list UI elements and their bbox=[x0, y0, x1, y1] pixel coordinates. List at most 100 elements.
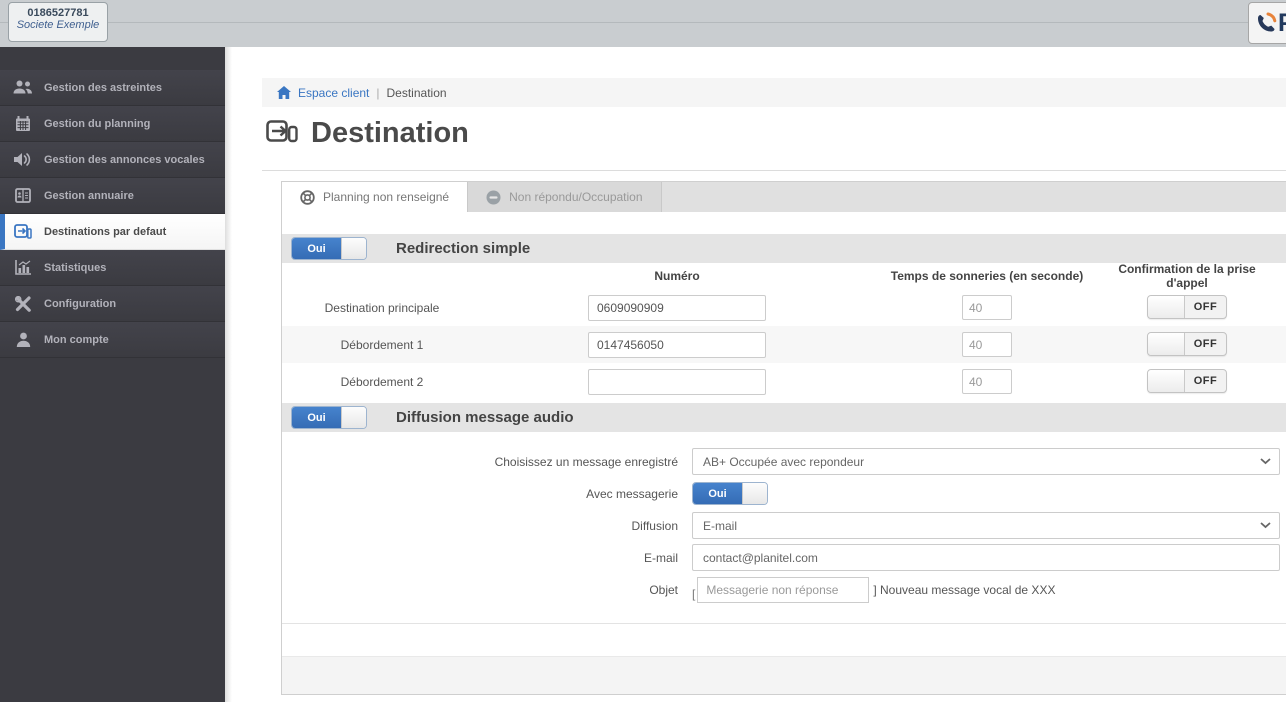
table-row: Débordement 1 OFF bbox=[282, 326, 1286, 363]
tab-label: Non répondu/Occupation bbox=[509, 190, 642, 204]
toggle-knob bbox=[742, 483, 767, 504]
tab-planning-non-renseigne[interactable]: Planning non renseigné bbox=[282, 182, 468, 212]
users-icon bbox=[13, 80, 33, 95]
destination-title-icon bbox=[266, 120, 298, 147]
breadcrumb-link-espace-client[interactable]: Espace client bbox=[298, 86, 369, 100]
breadcrumb: Espace client | Destination bbox=[262, 78, 1286, 107]
sidebar-item-label: Mon compte bbox=[44, 334, 109, 346]
sidebar-item-gestion-des-astreintes[interactable]: Gestion des astreintes bbox=[0, 70, 225, 106]
form-row-message: Choisissez un message enregistré AB+ Occ… bbox=[282, 448, 1286, 475]
email-input[interactable] bbox=[692, 544, 1280, 571]
col-header-confirmation: Confirmation de la prise d'appel bbox=[1102, 262, 1272, 290]
home-icon[interactable] bbox=[277, 86, 291, 99]
form-row-diffusion: Diffusion E-mail bbox=[282, 512, 1286, 539]
diffusion-enabled-toggle[interactable]: Oui bbox=[291, 406, 367, 429]
table-row: Débordement 2 OFF bbox=[282, 363, 1286, 400]
objet-suffix: ] Nouveau message vocal de XXX bbox=[873, 583, 1055, 597]
temps-sonnerie-input[interactable] bbox=[962, 295, 1012, 320]
user-icon bbox=[13, 332, 33, 347]
sidebar-item-gestion-des-annonces-vocales[interactable]: Gestion des annonces vocales bbox=[0, 142, 225, 178]
toggle-knob bbox=[341, 407, 366, 428]
phone-logo-icon bbox=[1255, 10, 1277, 36]
top-header-bar bbox=[0, 0, 1286, 47]
diffusion-form: Choisissez un message enregistré AB+ Occ… bbox=[282, 432, 1286, 608]
section-title: Diffusion message audio bbox=[396, 409, 574, 426]
numero-input[interactable] bbox=[588, 332, 766, 358]
sidebar-item-label: Gestion annuaire bbox=[44, 190, 134, 202]
form-row-email: E-mail bbox=[282, 544, 1286, 571]
objet-label: Objet bbox=[282, 583, 678, 597]
sidebar-item-statistiques[interactable]: Statistiques bbox=[0, 250, 225, 286]
account-selector[interactable]: 0186527781 Societe Exemple bbox=[8, 2, 108, 42]
breadcrumb-current: Destination bbox=[387, 86, 447, 100]
temps-sonnerie-input[interactable] bbox=[962, 332, 1012, 357]
tools-icon bbox=[13, 296, 33, 312]
life-ring-icon bbox=[300, 190, 315, 205]
tab-non-repondu-occupation[interactable]: Non répondu/Occupation bbox=[468, 182, 661, 212]
speaker-icon bbox=[13, 152, 33, 167]
sidebar-nav: Gestion des astreintes Gestion du planni… bbox=[0, 70, 225, 358]
destination-icon bbox=[13, 224, 33, 240]
confirmation-toggle[interactable]: OFF bbox=[1147, 332, 1227, 356]
title-divider bbox=[262, 170, 1286, 171]
sidebar-item-label: Configuration bbox=[44, 298, 116, 310]
row-label: Débordement 2 bbox=[282, 375, 482, 389]
account-number: 0186527781 bbox=[9, 7, 107, 19]
email-label: E-mail bbox=[282, 551, 678, 565]
panel-spacer bbox=[282, 624, 1286, 656]
main-content: Espace client | Destination Destination … bbox=[225, 47, 1286, 702]
numero-input[interactable] bbox=[588, 295, 766, 321]
address-book-icon bbox=[13, 188, 33, 203]
sidebar-item-label: Gestion des astreintes bbox=[44, 82, 162, 94]
row-label: Destination principale bbox=[282, 301, 482, 315]
objet-prefix: [ bbox=[692, 587, 695, 603]
diffusion-label: Diffusion bbox=[282, 519, 678, 533]
redirection-table-header: Numéro Temps de sonneries (en seconde) C… bbox=[282, 263, 1286, 289]
toggle-off-label: OFF bbox=[1185, 333, 1226, 355]
sidebar-item-label: Gestion des annonces vocales bbox=[44, 154, 205, 166]
calendar-icon bbox=[13, 116, 33, 132]
sidebar: Gestion des astreintes Gestion du planni… bbox=[0, 47, 225, 702]
breadcrumb-separator: | bbox=[376, 86, 379, 100]
section-title: Redirection simple bbox=[396, 240, 530, 257]
page-title: Destination bbox=[266, 117, 469, 150]
confirmation-toggle[interactable]: OFF bbox=[1147, 295, 1227, 319]
sidebar-item-gestion-annuaire[interactable]: Gestion annuaire bbox=[0, 178, 225, 214]
col-header-numero: Numéro bbox=[482, 269, 872, 283]
section-diffusion-message-audio: Oui Diffusion message audio bbox=[282, 403, 1286, 432]
sidebar-item-mon-compte[interactable]: Mon compte bbox=[0, 322, 225, 358]
toggle-off-label: OFF bbox=[1185, 296, 1226, 318]
numero-input[interactable] bbox=[588, 369, 766, 395]
account-name: Societe Exemple bbox=[9, 19, 107, 31]
sidebar-item-destinations-par-defaut[interactable]: Destinations par defaut bbox=[0, 214, 225, 250]
form-row-messagerie: Avec messagerie Oui bbox=[282, 480, 1286, 507]
tab-label: Planning non renseigné bbox=[323, 190, 449, 204]
diffusion-select[interactable]: E-mail bbox=[692, 512, 1280, 539]
brand-letter: P bbox=[1278, 11, 1286, 36]
toggle-on-label: Oui bbox=[292, 238, 341, 259]
message-select[interactable]: AB+ Occupée avec repondeur bbox=[692, 448, 1280, 475]
page-title-text: Destination bbox=[311, 117, 469, 150]
objet-input[interactable] bbox=[697, 577, 869, 603]
form-row-objet: Objet [ ] Nouveau message vocal de XXX bbox=[282, 576, 1286, 603]
row-label: Débordement 1 bbox=[282, 338, 482, 352]
panel-footer bbox=[282, 656, 1286, 694]
messagerie-toggle[interactable]: Oui bbox=[692, 482, 768, 505]
sidebar-item-label: Destinations par defaut bbox=[44, 226, 166, 238]
redirection-enabled-toggle[interactable]: Oui bbox=[291, 237, 367, 260]
sidebar-item-gestion-du-planning[interactable]: Gestion du planning bbox=[0, 106, 225, 142]
confirmation-toggle[interactable]: OFF bbox=[1147, 369, 1227, 393]
tab-bar: Planning non renseigné Non répondu/Occup… bbox=[282, 182, 1286, 212]
toggle-knob bbox=[1148, 296, 1185, 318]
sidebar-item-configuration[interactable]: Configuration bbox=[0, 286, 225, 322]
toggle-knob bbox=[1148, 333, 1185, 355]
brand-logo[interactable]: P bbox=[1248, 2, 1286, 44]
toggle-on-label: Oui bbox=[292, 407, 341, 428]
destination-panel: Planning non renseigné Non répondu/Occup… bbox=[281, 181, 1286, 695]
sidebar-item-label: Statistiques bbox=[44, 262, 106, 274]
sidebar-item-label: Gestion du planning bbox=[44, 118, 150, 130]
messagerie-label: Avec messagerie bbox=[282, 487, 678, 501]
toggle-knob bbox=[1148, 370, 1185, 392]
temps-sonnerie-input[interactable] bbox=[962, 369, 1012, 394]
stats-icon bbox=[13, 260, 33, 275]
